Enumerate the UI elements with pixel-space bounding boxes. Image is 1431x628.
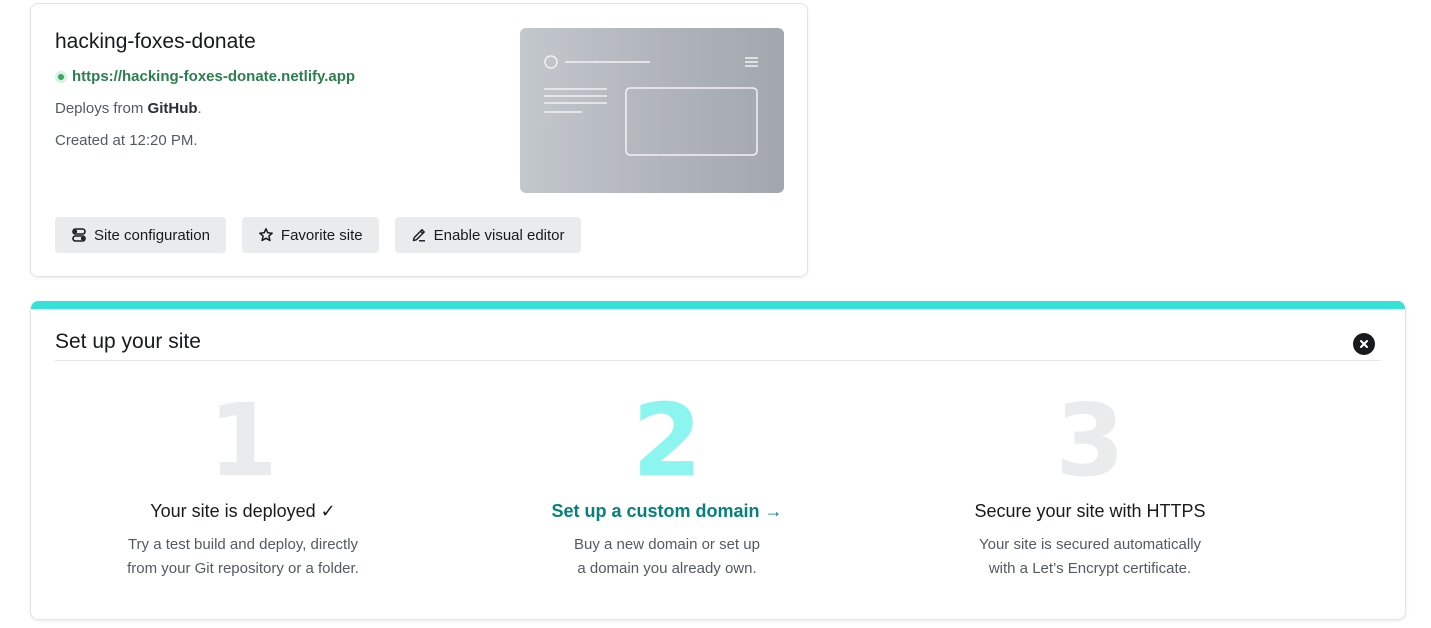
close-setup-button[interactable]: [1353, 333, 1375, 355]
close-icon: [1360, 340, 1368, 348]
deploy-source-text: Deploys from GitHub.: [55, 100, 202, 117]
pencil-icon: [412, 229, 425, 242]
enable-visual-editor-button[interactable]: Enable visual editor: [394, 217, 581, 253]
site-configuration-button[interactable]: Site configuration: [55, 217, 226, 253]
setup-step-1: 1 Your site is deployed ✓ Try a test bui…: [78, 391, 408, 581]
step-title: Your site is deployed ✓: [150, 501, 336, 521]
step-number: 3: [1055, 382, 1125, 499]
setup-title: Set up your site: [55, 330, 201, 353]
setup-accent-bar: [31, 301, 1405, 309]
setup-card: Set up your site 1 Your site is deployed…: [30, 301, 1406, 620]
site-card: hacking-foxes-donate https://hacking-fox…: [30, 3, 808, 277]
step-description: Try a test build and deploy, directly fr…: [127, 536, 359, 577]
site-actions: Site configuration Favorite site Enable …: [55, 217, 581, 253]
status-dot-icon: [55, 70, 67, 83]
site-name: hacking-foxes-donate: [55, 30, 256, 53]
step-number: 2: [632, 382, 702, 499]
favorite-site-label: Favorite site: [280, 226, 363, 244]
step-title: Set up a custom domain →: [502, 501, 832, 522]
created-at-text: Created at 12:20 PM.: [55, 132, 198, 149]
toggle-icon: [72, 228, 86, 242]
site-configuration-label: Site configuration: [94, 226, 210, 244]
deploy-provider: GitHub: [147, 100, 198, 117]
step-description: Buy a new domain or set up a domain you …: [574, 536, 760, 577]
step-number: 1: [208, 382, 278, 499]
step-title: Secure your site with HTTPS: [974, 501, 1206, 521]
favorite-site-button[interactable]: Favorite site: [241, 217, 379, 253]
preview-wireframe-icon: [544, 55, 758, 156]
custom-domain-link[interactable]: Set up a custom domain →: [551, 501, 782, 521]
site-url-text: https://hacking-foxes-donate.netlify.app: [72, 68, 356, 85]
enable-visual-editor-label: Enable visual editor: [433, 226, 565, 244]
setup-step-2: 2 Set up a custom domain → Buy a new dom…: [502, 391, 832, 581]
step-description: Your site is secured automatically with …: [978, 536, 1202, 577]
setup-step-3: 3 Secure your site with HTTPS Your site …: [925, 391, 1255, 581]
star-icon: [258, 228, 273, 242]
site-url-link[interactable]: https://hacking-foxes-donate.netlify.app: [55, 68, 355, 85]
setup-divider: [55, 360, 1381, 361]
site-preview-thumbnail[interactable]: [520, 28, 784, 193]
